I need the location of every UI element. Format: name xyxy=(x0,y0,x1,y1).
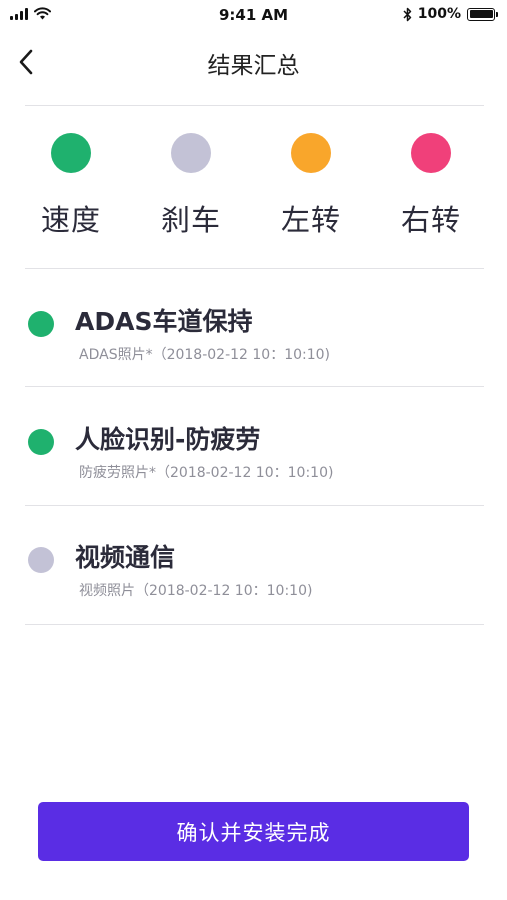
legend-label: 左转 xyxy=(280,203,341,237)
divider xyxy=(25,105,484,106)
result-title: 视频通信 xyxy=(75,543,176,572)
page-title: 结果汇总 xyxy=(207,53,300,79)
result-item-video-call[interactable]: 视频通信 视频照片（2018-02-12 10：10:10) xyxy=(0,538,507,638)
legend-item-right-turn: 右转 xyxy=(376,133,486,239)
legend-item-left-turn: 左转 xyxy=(256,133,366,239)
legend-item-brake: 刹车 xyxy=(136,133,246,239)
result-subtitle: 防疲劳照片*（2018-02-12 10：10:10) xyxy=(79,465,334,481)
legend-item-speed: 速度 xyxy=(16,133,126,239)
legend-dot xyxy=(411,133,451,173)
result-subtitle: 视频照片（2018-02-12 10：10:10) xyxy=(79,583,313,599)
nav-bar: 结果汇总 xyxy=(0,38,507,84)
divider xyxy=(25,268,484,269)
divider xyxy=(25,624,484,625)
divider xyxy=(25,386,484,387)
battery-icon xyxy=(467,7,498,21)
battery-percent: 100% xyxy=(417,6,461,22)
divider xyxy=(25,505,484,506)
legend: 速度 刹车 左转 右转 xyxy=(0,133,507,243)
legend-dot xyxy=(171,133,211,173)
status-right: 100% xyxy=(403,6,498,22)
legend-dot xyxy=(51,133,91,173)
status-dot xyxy=(28,311,54,337)
status-dot xyxy=(28,429,54,455)
legend-label: 右转 xyxy=(400,203,461,237)
bluetooth-icon xyxy=(403,7,411,21)
confirm-install-button[interactable]: 确认并安装完成 xyxy=(38,802,469,861)
legend-label: 速度 xyxy=(40,203,101,237)
result-title: ADAS车道保持 xyxy=(75,307,253,336)
legend-dot xyxy=(291,133,331,173)
status-dot xyxy=(28,547,54,573)
legend-label: 刹车 xyxy=(160,203,221,237)
result-subtitle: ADAS照片*（2018-02-12 10：10:10) xyxy=(79,347,331,363)
result-item-adas[interactable]: ADAS车道保持 ADAS照片*（2018-02-12 10：10:10) xyxy=(0,302,507,402)
status-bar: 9:41 AM 100% xyxy=(0,0,507,30)
result-title: 人脸识别-防疲劳 xyxy=(75,425,261,454)
